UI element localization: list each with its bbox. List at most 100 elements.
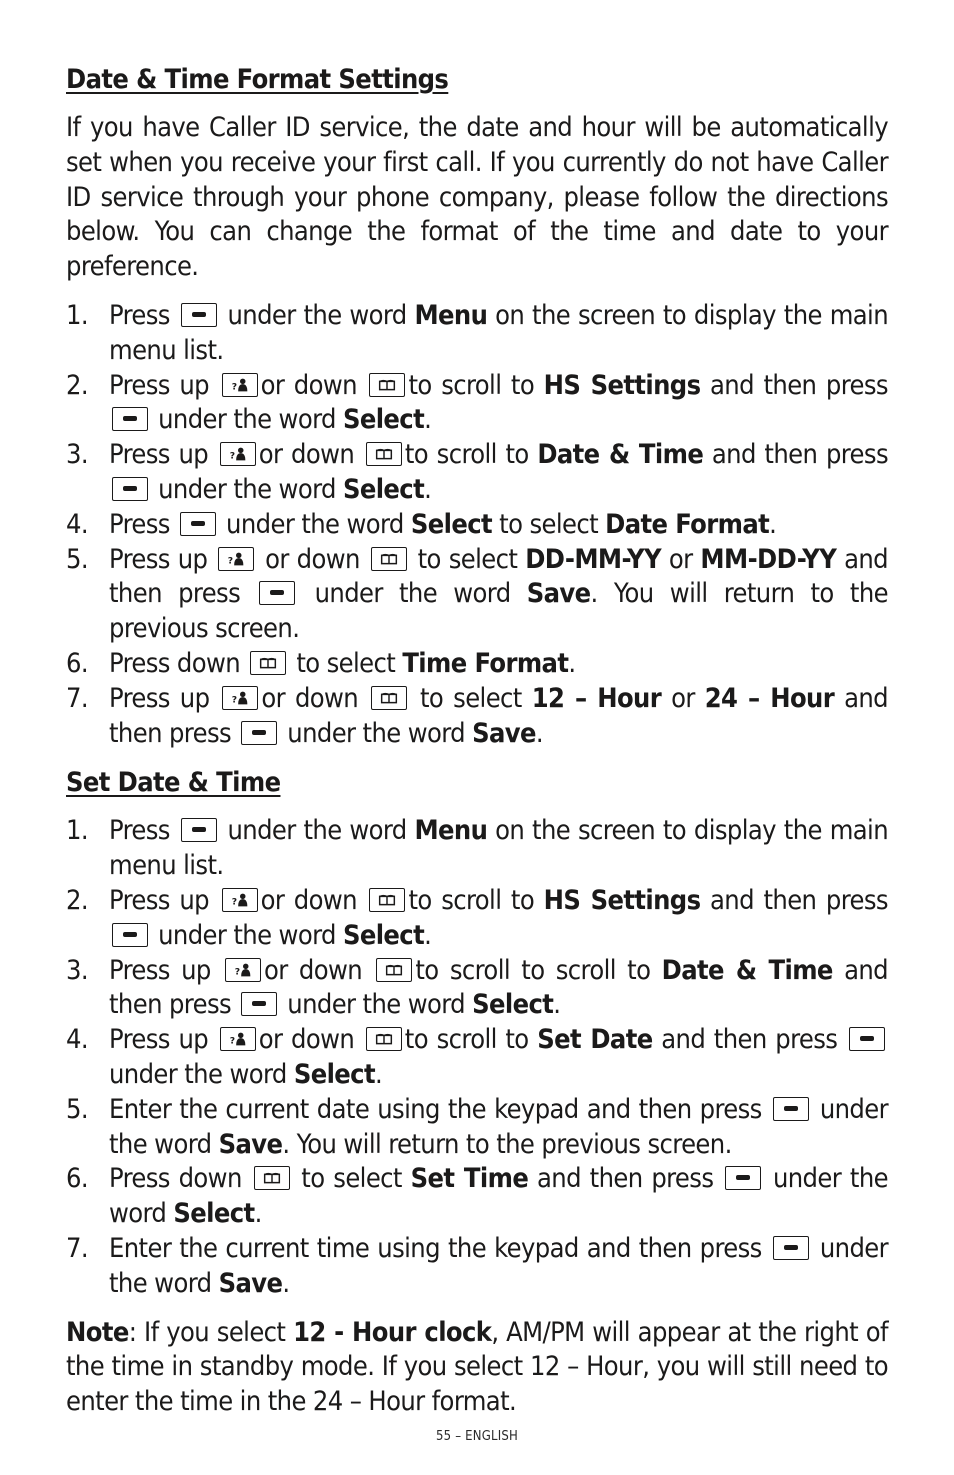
svg-text:?: ? <box>229 1036 234 1047</box>
svg-text:?: ? <box>230 451 235 462</box>
step-item: 4. Press up ? or down to scroll to Set Dat… <box>66 1023 888 1093</box>
step-text: Press up ? or down to scroll to Date & Ti… <box>109 439 889 505</box>
bold-term: Date & Time <box>661 954 834 986</box>
step-item: 5. Press up ? or down to select DD-MM-YY … <box>66 543 889 647</box>
softkey-icon <box>241 720 278 745</box>
svg-text:?: ? <box>231 381 236 392</box>
step-number: 7. <box>66 1232 89 1264</box>
directory-book-down-icon <box>365 442 402 467</box>
step-number: 2. <box>66 884 89 916</box>
phonebook-caller-id-up-icon: ? <box>219 442 256 467</box>
softkey-icon <box>849 1027 885 1052</box>
directory-book-down-icon <box>253 1166 290 1191</box>
set-date-time-steps: 1. Press under the word Menu on the scree… <box>66 814 889 1302</box>
step-item: 5. Enter the current date using the keypa… <box>66 1093 889 1163</box>
step-text: Press up ? or down to scroll to HS Settin… <box>109 369 889 436</box>
svg-text:?: ? <box>232 694 237 705</box>
softkey-icon <box>112 922 148 947</box>
bold-term: 12 - Hour clock <box>293 1316 492 1348</box>
bold-term: Time Format <box>402 647 569 679</box>
step-number: 5. <box>66 1093 89 1125</box>
step-item: 2. Press up ? or down to scroll to HS Sett… <box>66 369 889 439</box>
bold-term: Select <box>293 1058 376 1090</box>
bold-term: Set Time <box>410 1163 529 1195</box>
phonebook-caller-id-up-icon: ? <box>225 957 262 982</box>
svg-text:?: ? <box>228 555 233 566</box>
bold-term: HS Settings <box>543 884 701 916</box>
directory-book-down-icon <box>369 887 406 912</box>
step-text: Press down to select Time Format. <box>109 647 576 679</box>
bold-term: HS Settings <box>543 369 701 401</box>
intro-paragraph: If you have Caller ID service, the date … <box>66 112 889 283</box>
softkey-icon <box>180 302 217 327</box>
phonebook-caller-id-up-icon: ? <box>219 1027 256 1052</box>
phonebook-caller-id-up-icon: ? <box>221 372 258 397</box>
bold-term: Save <box>218 1128 283 1160</box>
step-number: 6. <box>66 1163 89 1195</box>
step-text: Press up ? or down to select 12 – Hour or… <box>109 682 889 749</box>
step-item: 1. Press under the word Menu on the scree… <box>66 299 889 369</box>
bold-term: MM-DD-YY <box>700 543 837 575</box>
softkey-icon <box>725 1166 762 1191</box>
step-item: 3. Press up ? or down to scroll to Date & … <box>66 438 889 508</box>
directory-book-down-icon <box>250 650 287 675</box>
bold-term: Set Date <box>537 1024 653 1056</box>
softkey-icon <box>772 1096 809 1121</box>
step-text: Press under the word Menu on the screen … <box>109 299 889 366</box>
softkey-icon <box>241 992 278 1017</box>
bold-term: Save <box>526 578 591 610</box>
bold-term: Select <box>173 1198 255 1230</box>
phonebook-caller-id-up-icon: ? <box>218 546 255 571</box>
directory-book-down-icon <box>370 546 407 571</box>
step-number: 1. <box>66 299 89 331</box>
step-number: 6. <box>66 647 89 679</box>
bold-term: Select <box>472 989 554 1021</box>
step-text: Press down to select Set Time and then p… <box>109 1163 889 1230</box>
manual-page: Date & Time Format Settings If you have … <box>66 62 889 1434</box>
note-paragraph: Note: If you select 12 - Hour clock, AM/… <box>66 1316 889 1418</box>
step-text: Press up ? or down to scroll to HS Settin… <box>109 884 889 951</box>
step-text: Press under the word Select to select Da… <box>109 508 777 540</box>
step-text: Press up ? or down to scroll to scroll to… <box>109 954 889 1021</box>
step-number: 7. <box>66 682 89 714</box>
bold-term: Menu <box>414 299 488 331</box>
section-heading-set-date-time: Set Date & Time <box>66 767 281 799</box>
step-item: 3. Press up ? or down to scroll to scroll … <box>66 954 889 1024</box>
directory-book-down-icon <box>369 372 406 397</box>
bold-term: 12 – Hour <box>531 682 662 714</box>
bold-term: Date & Time <box>537 439 704 471</box>
bold-term: Select <box>342 919 425 951</box>
step-text: Press under the word Menu on the screen … <box>109 815 889 882</box>
step-number: 4. <box>66 1024 89 1056</box>
directory-book-down-icon <box>365 1027 402 1052</box>
step-item: 4. Press under the word Select to select … <box>66 508 888 543</box>
section-heading-date-time-format: Date & Time Format Settings <box>66 64 449 95</box>
step-number: 3. <box>66 439 89 471</box>
bold-term: Date Format <box>605 508 770 540</box>
bold-term: Save <box>218 1267 283 1299</box>
step-item: 1. Press under the word Menu on the scree… <box>66 814 889 884</box>
bold-term: Select <box>342 473 425 505</box>
format-settings-steps: 1. Press under the word Menu on the scree… <box>66 299 889 752</box>
step-number: 3. <box>66 954 89 986</box>
step-item: 7. Press up ? or down to select 12 – Hour … <box>66 682 889 752</box>
bold-term: Select <box>342 404 425 436</box>
svg-text:?: ? <box>235 966 240 977</box>
bold-term: Save <box>472 717 536 749</box>
step-text: Enter the current date using the keypad … <box>109 1093 889 1160</box>
bold-term: Menu <box>414 815 488 847</box>
bold-term: 24 – Hour <box>704 682 835 714</box>
bold-term: Note <box>66 1316 129 1348</box>
directory-book-down-icon <box>376 957 413 982</box>
step-text: Enter the current time using the keypad … <box>109 1232 889 1299</box>
bold-term: DD-MM-YY <box>525 543 661 575</box>
softkey-icon <box>259 581 296 606</box>
step-item: 7. Enter the current time using the keypa… <box>66 1232 889 1302</box>
softkey-icon <box>112 407 148 432</box>
softkey-icon <box>772 1235 809 1260</box>
step-number: 5. <box>66 543 89 575</box>
step-text: Press up ? or down to select DD-MM-YY or… <box>109 543 889 645</box>
directory-book-down-icon <box>371 685 408 710</box>
softkey-icon <box>179 511 216 536</box>
step-item: 6. Press down to select Set Time and then… <box>66 1162 889 1232</box>
